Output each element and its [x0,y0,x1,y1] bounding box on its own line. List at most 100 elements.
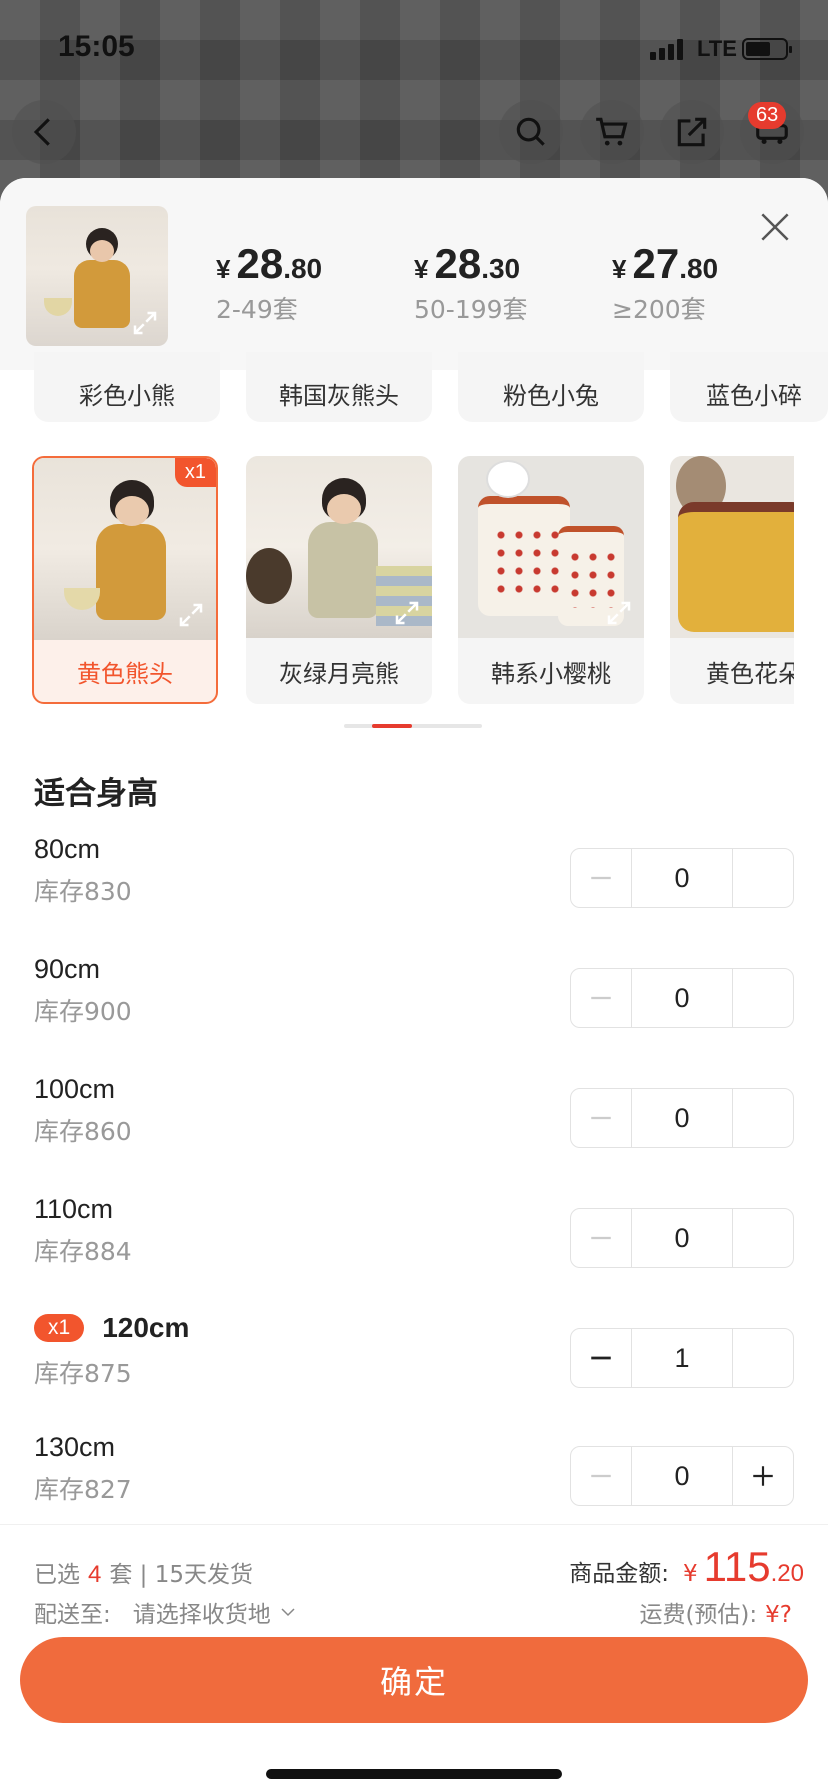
size-name: 90cm [34,954,101,984]
minus-icon [591,1116,611,1120]
section-title: 适合身高 [34,776,158,812]
search-button[interactable] [499,100,563,164]
currency-symbol: ¥ [683,1561,698,1587]
minus-icon [591,876,611,880]
currency-symbol: ¥ [216,254,231,284]
price-tier-1: ¥ 28 .80 2-49套 [216,240,322,326]
share-button[interactable] [660,100,724,164]
back-button[interactable] [12,100,76,164]
sheet-header: ¥ 28 .80 2-49套 ¥ 28 .30 50-199套 ¥ 27 .80… [0,178,828,370]
chevron-left-icon [33,118,50,146]
currency-symbol: ¥ [414,254,429,284]
price-tier-3: ¥ 27 .80 ≥200套 [612,240,718,326]
decrement-button[interactable] [571,1447,631,1505]
price-range: 50-199套 [414,295,528,324]
amount-decimal: .20 [770,1560,804,1587]
variant-card-selected[interactable]: x1 黄色熊头 [32,456,218,704]
expand-icon[interactable] [604,598,634,628]
option-chip[interactable]: 彩色小熊 [34,352,220,422]
freight-label: 运费(预估): [639,1602,758,1628]
battery-icon [742,38,792,60]
confirm-button[interactable]: 确定 [20,1637,808,1723]
option-chip[interactable]: 蓝色小碎 [670,352,828,422]
increment-button[interactable] [733,849,793,907]
cart-count-badge: 63 [748,102,787,129]
sku-selector-sheet: ¥ 28 .80 2-49套 ¥ 28 .30 50-199套 ¥ 27 .80… [0,178,828,1792]
chevron-down-icon [281,1608,295,1617]
amount-integer: 115 [703,1543,771,1590]
variant-image [458,456,644,638]
price-tier-2: ¥ 28 .30 50-199套 [414,240,528,326]
increment-button[interactable] [733,1089,793,1147]
quantity-input[interactable]: 0 [631,969,733,1027]
decrement-button[interactable] [571,1089,631,1147]
close-icon[interactable] [756,208,794,246]
variant-qty-tag: x1 [174,458,216,487]
ship-to-selector[interactable]: 配送至: 请选择收货地 [34,1595,297,1629]
network-label: LTE [697,36,737,61]
decrement-button[interactable] [571,849,631,907]
ship-address: 请选择收货地 [132,1602,271,1628]
variant-card[interactable]: 灰绿月亮熊 [246,456,432,704]
option-chip[interactable]: 韩国灰熊头 [246,352,432,422]
expand-icon[interactable] [392,598,422,628]
ship-label: 配送至: [34,1602,111,1628]
size-name: 120cm [102,1312,190,1343]
size-stock: 库存884 [34,1237,132,1266]
quantity-stepper: 1 [570,1328,794,1388]
size-row-selected: x1 120cm 库存875 1 [0,1312,828,1412]
home-indicator [266,1769,562,1779]
product-thumbnail[interactable] [26,206,168,346]
size-row: 90cm 库存900 0 [0,954,828,1054]
size-qty-tag: x1 [34,1314,85,1342]
variant-label: 灰绿月亮熊 [279,659,399,688]
share-icon [677,117,707,147]
variant-card[interactable]: 韩系小樱桃 [458,456,644,704]
status-time: 15:05 [58,30,135,63]
option-chip[interactable]: 粉色小兔 [458,352,644,422]
order-summary-footer: 已选 4 套 | 15天发货 配送至: 请选择收货地 商品金额: ¥ 115 .20… [0,1524,828,1792]
size-stock: 库存827 [34,1475,132,1504]
cart-button[interactable] [580,100,644,164]
carousel-scroll-thumb [372,724,412,728]
increment-button[interactable] [733,1447,793,1505]
size-name-wrapper: x1 120cm [34,1312,189,1344]
expand-icon[interactable] [176,600,206,630]
variant-label: 黄色熊头 [77,659,173,688]
price-range: 2-49套 [216,295,298,324]
minus-icon [591,1356,611,1360]
increment-button[interactable] [733,1329,793,1387]
increment-button[interactable] [733,969,793,1027]
search-icon [516,117,545,146]
quantity-input[interactable]: 1 [631,1329,733,1387]
increment-button[interactable] [733,1209,793,1267]
amount-label: 商品金额: [569,1561,670,1587]
selected-suffix: 套 | 15天发货 [109,1562,253,1588]
option-row-top: 彩色小熊 韩国灰熊头 粉色小兔 蓝色小碎 [0,352,828,428]
selected-summary: 已选 4 套 | 15天发货 [34,1555,253,1589]
size-row: 130cm 库存827 0 [0,1432,828,1532]
size-name: 80cm [34,834,101,864]
quantity-stepper: 0 [570,968,794,1028]
cart-icon [596,117,628,146]
quantity-stepper: 0 [570,848,794,908]
size-stock: 库存900 [34,997,132,1026]
variant-card[interactable]: 黄色花朵 [670,456,794,704]
quantity-input[interactable]: 0 [631,849,733,907]
currency-symbol: ¥ [612,254,627,284]
size-row: 80cm 库存830 0 [0,834,828,934]
price-decimal: .80 [679,253,719,284]
size-stock: 库存830 [34,877,132,906]
decrement-button[interactable] [571,1329,631,1387]
decrement-button[interactable] [571,969,631,1027]
carousel-scroll-indicator [344,724,482,728]
quantity-input[interactable]: 0 [631,1089,733,1147]
quantity-input[interactable]: 0 [631,1447,733,1505]
plus-icon [753,1466,773,1486]
decrement-button[interactable] [571,1209,631,1267]
variant-image [246,456,432,638]
size-name: 130cm [34,1432,116,1462]
quantity-input[interactable]: 0 [631,1209,733,1267]
price-decimal: .80 [283,253,323,284]
selected-count: 4 [88,1561,102,1588]
